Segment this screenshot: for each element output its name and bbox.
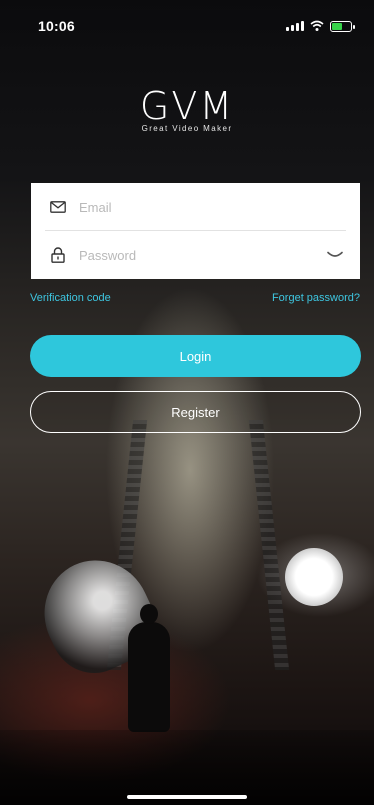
signal-icon	[286, 21, 304, 31]
register-button[interactable]: Register	[30, 391, 361, 433]
login-button-label: Login	[179, 348, 212, 364]
logo-title: GVM	[139, 84, 235, 128]
login-form	[31, 183, 360, 279]
battery-icon	[330, 20, 355, 32]
email-field-row	[31, 183, 360, 231]
lock-icon	[49, 246, 67, 264]
login-screen: 10:06 GVM Great Video Maker Email Verifi…	[0, 0, 374, 805]
envelope-icon	[49, 198, 67, 216]
status-bar: 10:06	[0, 0, 374, 44]
gvm-logo: GVM Great Video Maker	[0, 86, 374, 133]
auth-links-row: Verification code Forget password?	[0, 290, 374, 310]
login-button[interactable]: Login	[30, 335, 361, 377]
background-floor-shade	[0, 730, 374, 805]
email-input[interactable]	[79, 192, 360, 222]
home-indicator[interactable]	[127, 795, 247, 799]
logo-tagline: Great Video Maker	[141, 124, 233, 133]
wifi-icon	[310, 20, 324, 31]
register-button-label: Register	[171, 404, 220, 420]
forgot-password-link[interactable]: Forget password?	[272, 292, 360, 304]
eye-closed-icon[interactable]	[324, 248, 346, 262]
password-field-row	[31, 231, 360, 279]
background-truss-right	[248, 420, 290, 670]
status-icons	[286, 20, 355, 32]
background-round-light	[285, 548, 343, 606]
verification-code-link[interactable]: Verification code	[30, 292, 111, 304]
status-time: 10:06	[38, 18, 75, 34]
background-person-silhouette	[128, 604, 170, 732]
password-input[interactable]	[79, 240, 324, 270]
